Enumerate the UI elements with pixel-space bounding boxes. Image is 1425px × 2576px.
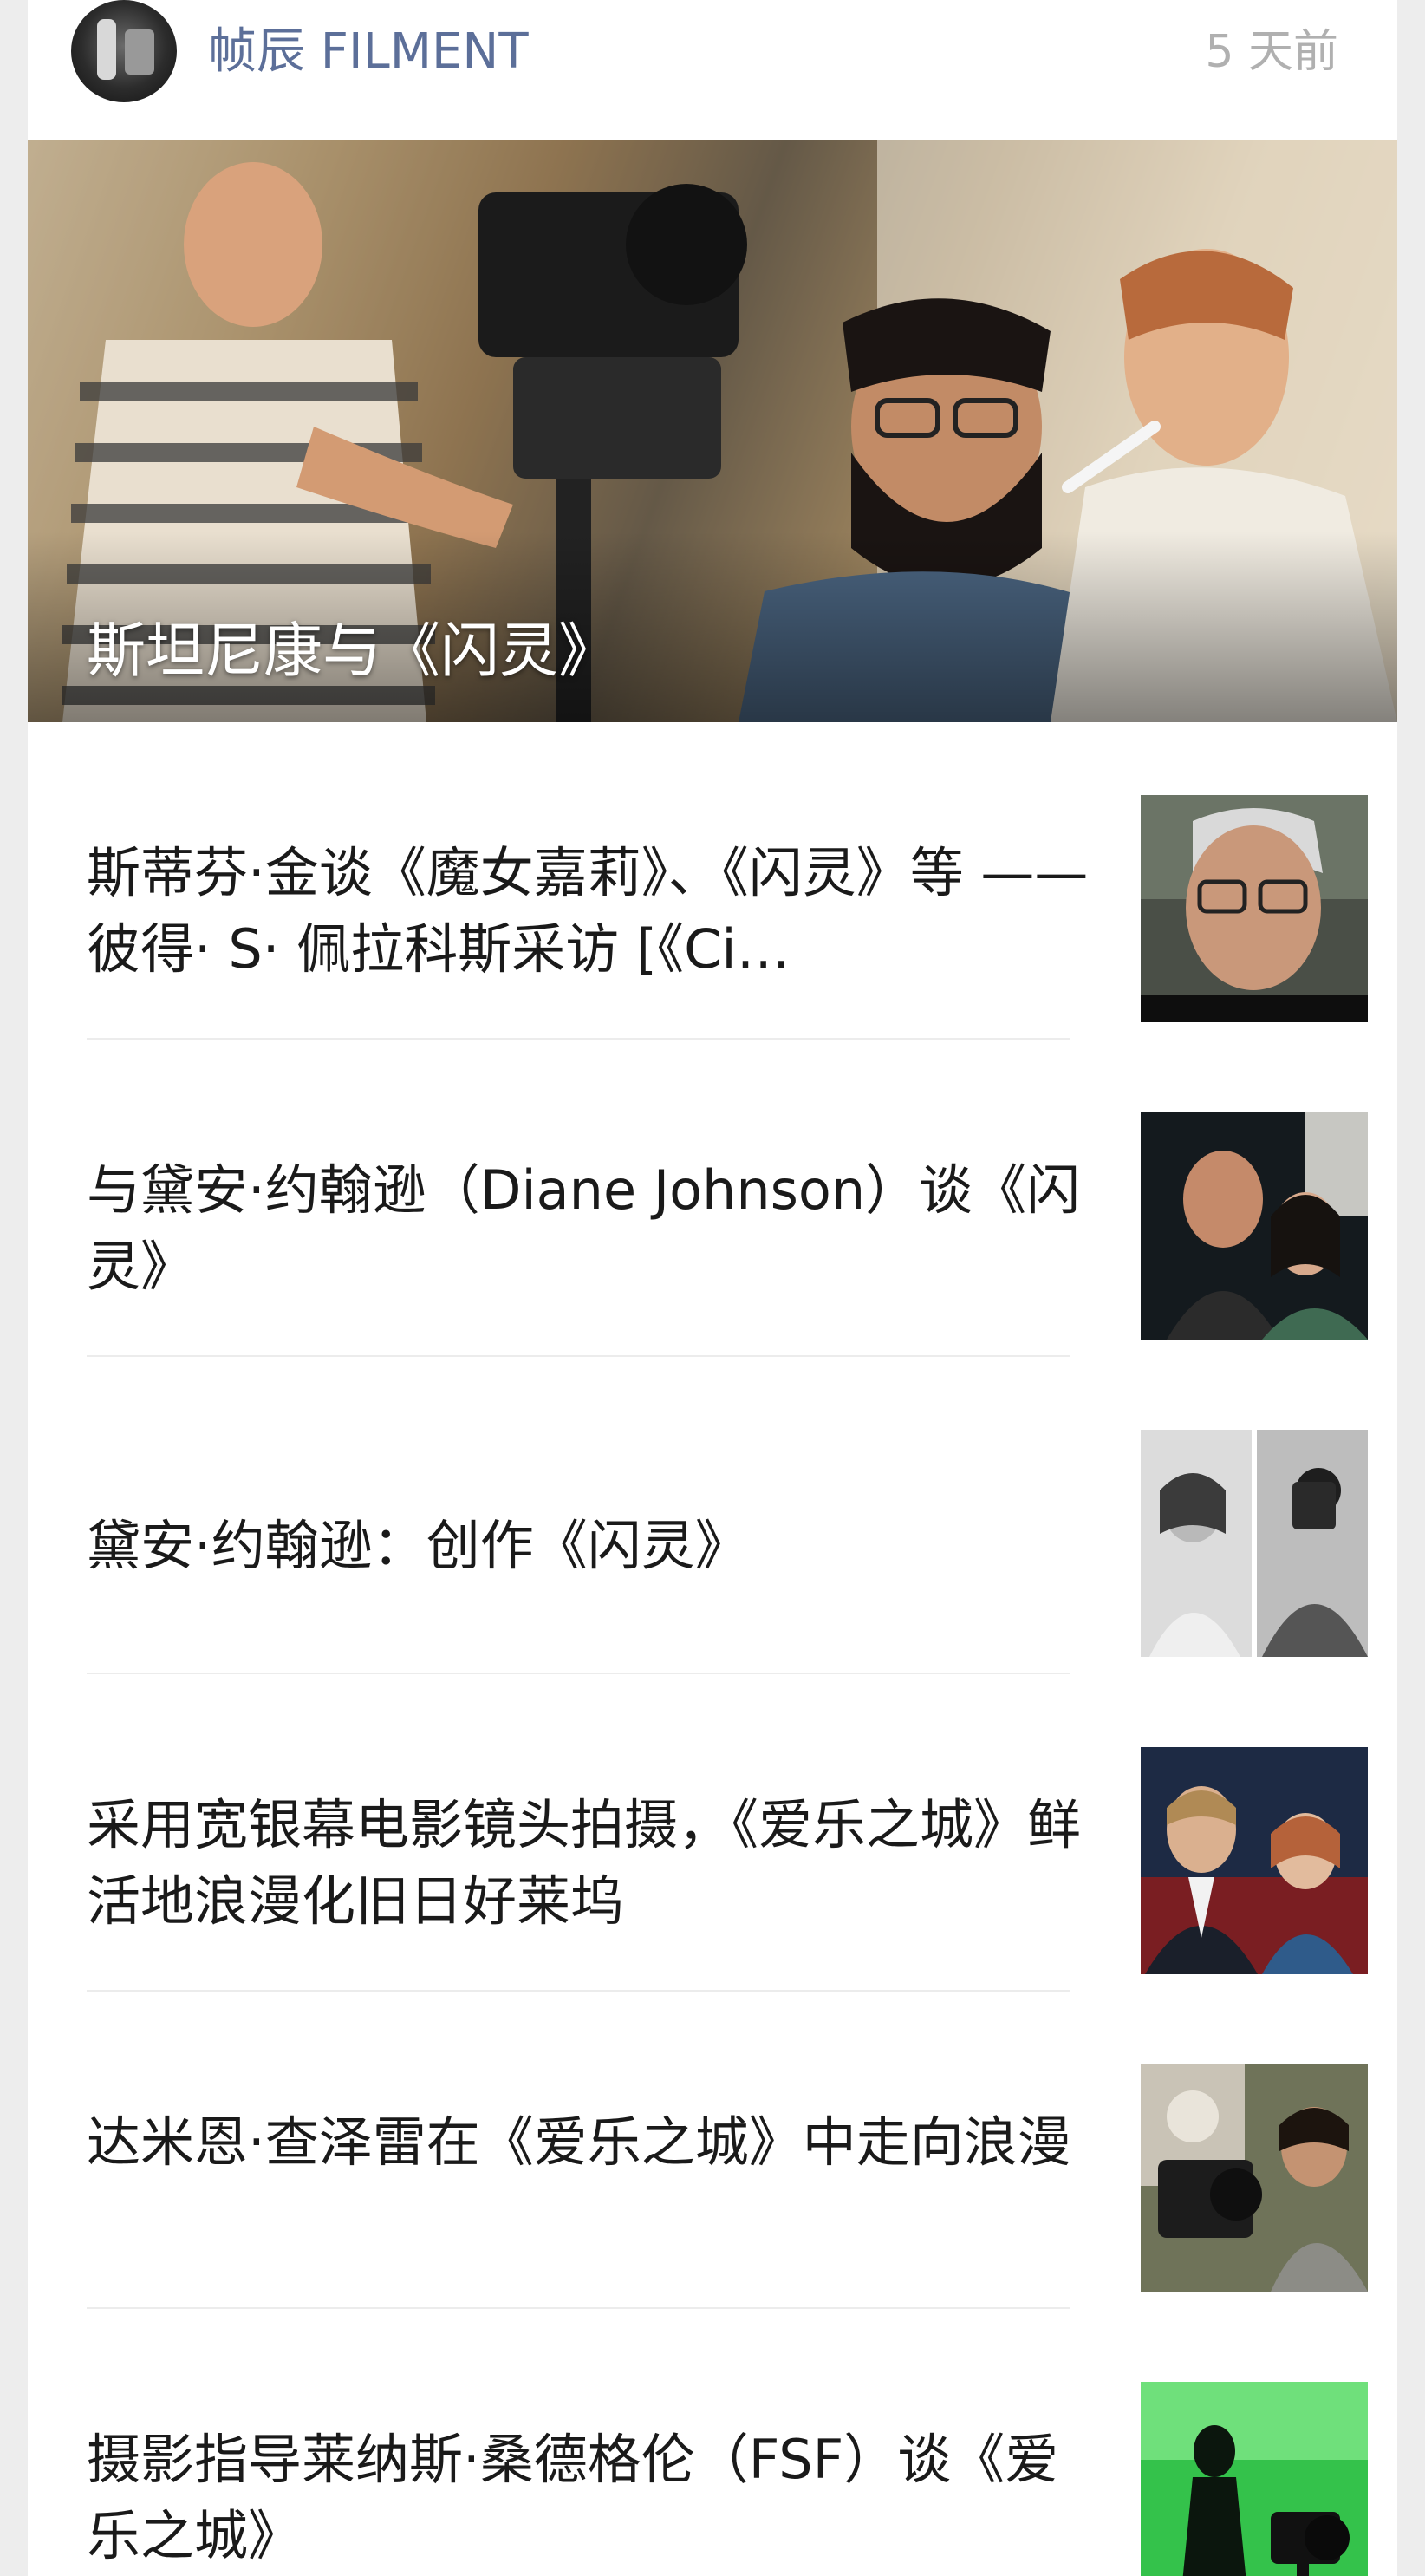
hero-caption[interactable]: 斯坦尼康与《闪灵》 <box>87 613 617 691</box>
article-thumbnail[interactable] <box>1141 2064 1368 2292</box>
article-thumbnail[interactable] <box>1141 795 1368 1022</box>
channel-avatar[interactable] <box>71 0 177 102</box>
list-item[interactable]: 采用宽银幕电影镜头拍摄，《爱乐之城》鲜活地浪漫化旧日好莱坞 <box>87 1674 1368 1992</box>
article-thumbnail[interactable] <box>1141 1747 1368 1974</box>
list-item[interactable]: 与黛安·约翰逊（Diane Johnson）谈《闪灵》 <box>87 1040 1368 1357</box>
greenscreen-silhouette-image <box>1141 2382 1368 2576</box>
article-title[interactable]: 斯蒂芬·金谈《魔女嘉莉》、《闪灵》等 —— 彼得· S· 佩拉科斯采访 [《Ci… <box>87 835 1101 988</box>
article-thumbnail[interactable] <box>1141 2382 1368 2576</box>
article-thumbnail[interactable] <box>1141 1112 1368 1340</box>
article-card: 帧辰 FILMENT 5 天前 斯坦尼康与《闪灵》 斯蒂芬·金谈《魔女嘉莉》、《… <box>28 0 1397 2576</box>
article-thumbnail[interactable] <box>1141 1430 1368 1657</box>
cinema-couple-image <box>1141 1747 1368 1974</box>
avatar-figure <box>97 19 116 80</box>
hero-article[interactable]: 斯坦尼康与《闪灵》 <box>28 140 1397 722</box>
article-title[interactable]: 采用宽银幕电影镜头拍摄，《爱乐之城》鲜活地浪漫化旧日好莱坞 <box>87 1787 1101 1940</box>
publish-time: 5 天前 <box>1205 26 1338 78</box>
bw-diptych-image <box>1141 1430 1368 1657</box>
card-header: 帧辰 FILMENT 5 天前 <box>28 0 1397 140</box>
list-item[interactable]: 斯蒂芬·金谈《魔女嘉莉》、《闪灵》等 —— 彼得· S· 佩拉科斯采访 [《Ci… <box>87 722 1368 1040</box>
film-still-couple-image <box>1141 1112 1368 1340</box>
list-item[interactable]: 达米恩·查泽雷在《爱乐之城》中走向浪漫 <box>87 1992 1368 2309</box>
article-title[interactable]: 黛安·约翰逊：创作《闪灵》 <box>87 1508 1101 1584</box>
avatar-camera <box>125 29 154 75</box>
channel-name[interactable]: 帧辰 FILMENT <box>208 17 529 87</box>
director-camera-image <box>1141 2064 1368 2292</box>
portrait-man-glasses-image <box>1141 795 1368 1022</box>
article-title[interactable]: 摄影指导莱纳斯·桑德格伦（FSF）谈《爱乐之城》 <box>87 2422 1101 2574</box>
article-title[interactable]: 达米恩·查泽雷在《爱乐之城》中走向浪漫 <box>87 2104 1101 2181</box>
article-title[interactable]: 与黛安·约翰逊（Diane Johnson）谈《闪灵》 <box>87 1152 1101 1305</box>
list-item[interactable]: 黛安·约翰逊：创作《闪灵》 <box>87 1357 1368 1674</box>
list-item[interactable]: 摄影指导莱纳斯·桑德格伦（FSF）谈《爱乐之城》 <box>87 2309 1368 2576</box>
